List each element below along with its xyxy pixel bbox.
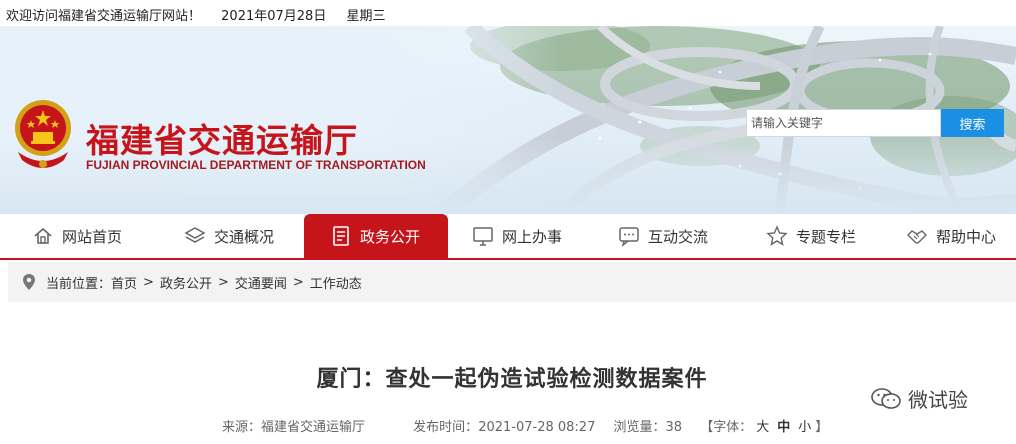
breadcrumb-separator: > (143, 274, 154, 290)
home-icon (34, 227, 52, 244)
nav-label: 政务公开 (360, 227, 421, 246)
font-size-suffix: 】 (815, 420, 829, 435)
source-value: 福建省交通运输厅 (261, 420, 366, 435)
article-publish-time: 发布时间：2021-07-28 08:27 (413, 420, 595, 435)
nav-item-home[interactable]: 网站首页 (32, 214, 142, 258)
search-button[interactable]: 搜索 (941, 109, 1004, 137)
nav-label: 帮助中心 (936, 227, 997, 246)
chat-icon (619, 227, 639, 247)
top-bar: 欢迎访问福建省交通运输厅网站！ 2021年07月28日 星期三 (0, 0, 1016, 26)
national-emblem-icon (15, 100, 71, 168)
nav-item-interaction[interactable]: 互动交流 (618, 214, 728, 258)
time-value: 2021-07-28 08:27 (478, 420, 596, 435)
handshake-icon (907, 230, 927, 244)
font-size-switcher: 【字体：大中小】 (700, 420, 828, 435)
nav-item-help-center[interactable]: 帮助中心 (906, 214, 1012, 258)
site-title: 福建省交通运输厅 (86, 121, 358, 160)
nav-label: 网站首页 (62, 227, 123, 246)
breadcrumb: 当前位置： 首页 > 政务公开 > 交通要闻 > 工作动态 (8, 262, 1016, 302)
search-input[interactable] (746, 109, 941, 137)
current-date: 2021年07月28日 (221, 9, 327, 24)
breadcrumb-separator: > (292, 274, 304, 290)
watermark-text: 微试验 (908, 388, 968, 412)
document-icon (333, 226, 349, 246)
source-label: 来源： (222, 420, 262, 435)
breadcrumb-item-work-updates[interactable]: 工作动态 (310, 273, 362, 292)
layers-icon (184, 227, 206, 243)
nav-label: 网上办事 (502, 227, 563, 246)
article-meta: 来源：福建省交通运输厅 发布时间：2021-07-28 08:27 浏览量：38… (222, 416, 842, 435)
font-size-small-button[interactable]: 小 (798, 420, 811, 435)
search-bar: 搜索 (746, 109, 1004, 137)
breadcrumb-item-transport-news[interactable]: 交通要闻 (235, 273, 287, 292)
location-pin-icon (23, 274, 35, 290)
nav-item-overview[interactable]: 交通概况 (184, 214, 294, 258)
nav-label: 互动交流 (648, 227, 709, 246)
breadcrumb-prefix: 当前位置： (46, 276, 112, 292)
current-weekday: 星期三 (346, 9, 386, 24)
breadcrumb-item-government-affairs[interactable]: 政务公开 (160, 273, 212, 292)
page: 欢迎访问福建省交通运输厅网站！ 2021年07月28日 星期三 福建省交通运输厅… (0, 0, 1016, 444)
wechat-icon (871, 387, 901, 409)
nav-item-online-services[interactable]: 网上办事 (472, 214, 582, 258)
font-size-large-button[interactable]: 大 (756, 420, 769, 435)
views-label: 浏览量： (613, 420, 666, 435)
nav-item-special-topics[interactable]: 专题专栏 (766, 214, 876, 258)
article-views: 浏览量：38 (613, 420, 682, 435)
nav-label: 专题专栏 (796, 227, 857, 246)
monitor-icon (473, 227, 493, 246)
breadcrumb-separator: > (217, 274, 229, 290)
font-size-prefix: 【字体： (700, 420, 753, 435)
welcome-text: 欢迎访问福建省交通运输厅网站！ (6, 9, 202, 24)
watermark: 微试验 (870, 384, 968, 413)
article: 厦门：查处一起伪造试验检测数据案件 来源：福建省交通运输厅 发布时间：2021-… (8, 302, 1016, 444)
header-banner: 福建省交通运输厅 FUJIAN PROVINCIAL DEPARTMENT OF… (0, 26, 1016, 214)
time-label: 发布时间： (413, 420, 479, 435)
views-value: 38 (665, 420, 683, 435)
nav-item-government-affairs[interactable]: 政务公开 (304, 214, 448, 258)
article-source: 来源：福建省交通运输厅 (222, 420, 365, 435)
site-subtitle: FUJIAN PROVINCIAL DEPARTMENT OF TRANSPOR… (86, 158, 426, 172)
nav-label: 交通概况 (214, 227, 275, 246)
article-title: 厦门：查处一起伪造试验检测数据案件 (316, 367, 708, 392)
star-icon (766, 225, 788, 246)
font-size-medium-button[interactable]: 中 (777, 420, 790, 435)
main-nav: 网站首页 交通概况 政务公开 网上办事 互动交流 专题专栏 帮助中心 (0, 214, 1016, 260)
breadcrumb-item-home[interactable]: 首页 (111, 273, 137, 292)
